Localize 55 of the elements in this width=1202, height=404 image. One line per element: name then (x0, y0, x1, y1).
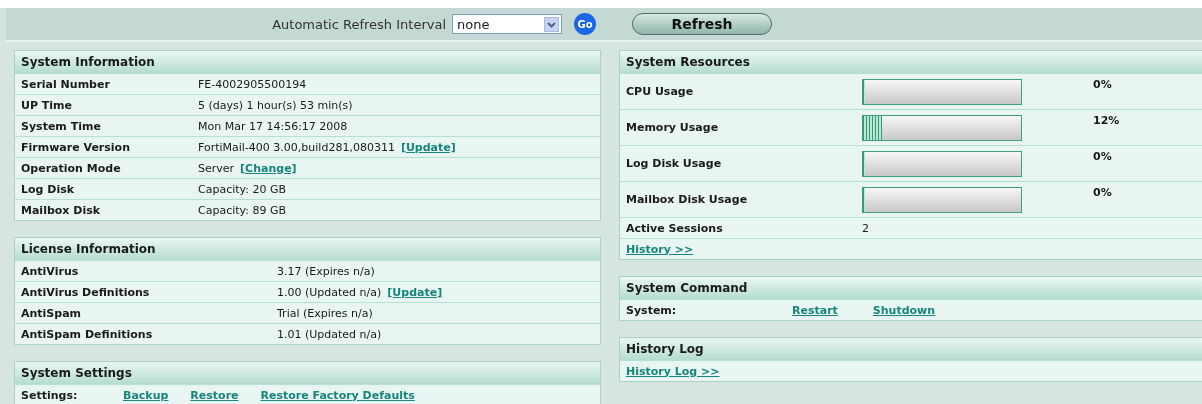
row-value: Capacity: 89 GB (198, 203, 287, 217)
panel-title: System Settings (15, 362, 600, 384)
row-label: Active Sessions (626, 221, 724, 235)
row-label: Log Disk Usage (626, 157, 723, 170)
row-label: Memory Usage (626, 121, 720, 134)
command-link[interactable]: Restart (792, 303, 838, 317)
usage-percent: 0% (1093, 78, 1112, 91)
update-link[interactable]: [Change] (240, 161, 297, 175)
row-label: AntiVirus (21, 264, 80, 278)
row-label: Log Disk (21, 182, 76, 196)
row-value: 5 (days) 1 hour(s) 53 min(s) (198, 98, 353, 112)
row-value: 3.17 (Expires n/a) (277, 264, 375, 278)
usage-percent: 0% (1093, 186, 1112, 199)
usage-percent: 12% (1093, 114, 1120, 127)
row-label: UP Time (21, 98, 74, 112)
update-link[interactable]: [Update] (400, 140, 456, 154)
row-label: Firmware Version (21, 140, 131, 154)
refresh-interval-label: Automatic Refresh Interval (272, 16, 446, 32)
row-label: CPU Usage (626, 85, 695, 98)
row-value: 1.00 (Updated n/a) (277, 285, 382, 299)
row-label: AntiSpam (21, 306, 83, 320)
row-value: Capacity: 20 GB (198, 182, 287, 196)
row-value: Mon Mar 17 14:56:17 2008 (198, 119, 348, 133)
row-value: FortiMail-400 3.00,build281,080311 (198, 140, 395, 154)
settings-link[interactable]: Backup (123, 388, 169, 402)
panel-title: License Information (15, 238, 600, 260)
row-label: Operation Mode (21, 161, 122, 175)
row-label: AntiVirus Definitions (21, 285, 151, 299)
row-label: Serial Number (21, 77, 111, 91)
row-value: Trial (Expires n/a) (277, 306, 373, 320)
settings-link[interactable]: Restore (190, 388, 239, 402)
history-log-link[interactable]: History Log >> (626, 364, 720, 378)
row-value: FE-4002905500194 (198, 77, 307, 91)
row-label: System: (626, 303, 678, 317)
history-link[interactable]: History >> (626, 242, 694, 256)
command-link[interactable]: Shutdown (872, 303, 936, 317)
usage-percent: 0% (1093, 150, 1112, 163)
row-value: 1.01 (Updated n/a) (277, 327, 382, 341)
row-label: System Time (21, 119, 102, 133)
go-button[interactable]: Go (574, 13, 596, 35)
dropdown-caret-icon (544, 16, 559, 32)
refresh-button[interactable]: Refresh (632, 13, 772, 35)
row-value: Server (198, 161, 235, 175)
row-label: AntiSpam Definitions (21, 327, 154, 341)
refresh-interval-select[interactable]: none (452, 14, 562, 34)
row-value: 2 (862, 221, 869, 235)
row-label: Settings: (21, 388, 79, 402)
panel-title: System Resources (620, 51, 1202, 73)
panel-title: System Command (620, 277, 1202, 299)
update-link[interactable]: [Update] (387, 285, 443, 299)
panel-title: History Log (620, 338, 1202, 360)
row-label: Mailbox Disk (21, 203, 102, 217)
panel-title: System Information (15, 51, 600, 73)
settings-link[interactable]: Restore Factory Defaults (260, 388, 415, 402)
row-label: Mailbox Disk Usage (626, 193, 749, 206)
